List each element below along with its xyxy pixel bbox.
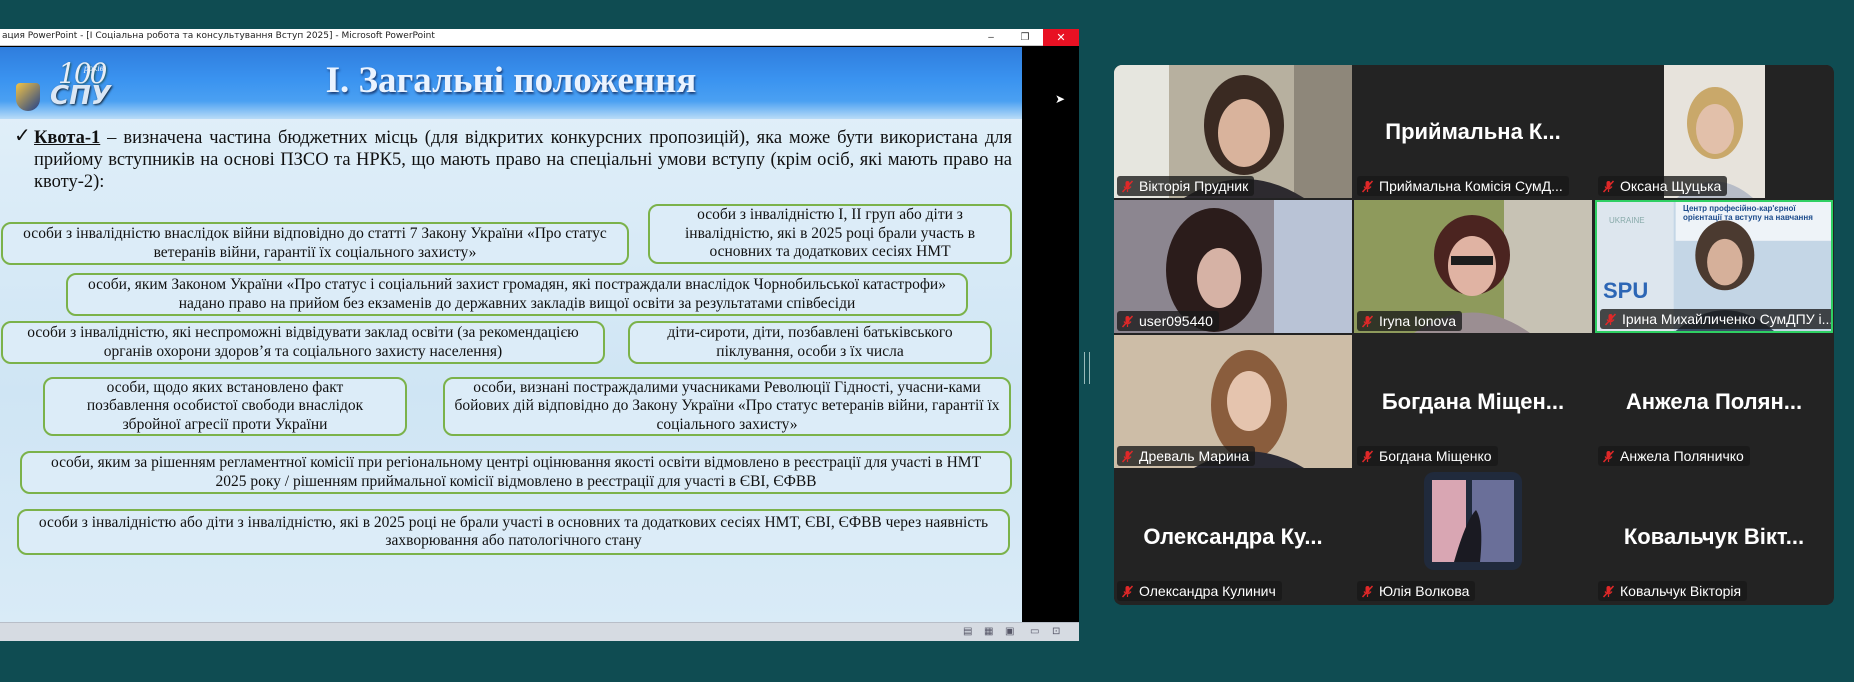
status-bar: ▤ ▦ ▣ ▭ ⊡ [0, 622, 1079, 641]
muted-mic-icon [1361, 584, 1374, 598]
video-gallery: Вікторія Прудник Приймальна К... Приймал… [1114, 65, 1834, 605]
participant-label: Оксана Щуцька [1598, 176, 1728, 196]
muted-mic-icon [1602, 449, 1615, 463]
participant-label: Приймальна Комісія СумД... [1357, 176, 1569, 196]
muted-mic-icon [1361, 314, 1374, 328]
muted-mic-icon [1361, 449, 1374, 463]
zoom-fit-icon[interactable]: ▭ [1030, 626, 1039, 637]
minimize-button[interactable]: – [974, 29, 1008, 46]
participant-tile[interactable]: Юлія Волкова [1354, 470, 1592, 603]
participant-tile-active-speaker[interactable]: UKRAINE SPU Центр професійно-кар'єрної о… [1595, 200, 1833, 333]
quota-term: Квота-1 [34, 128, 101, 148]
window-title: ация PowerPoint - [I Соціальна робота та… [2, 31, 435, 41]
participant-tile[interactable]: Вікторія Прудник [1114, 65, 1352, 198]
participant-name: Древаль Марина [1139, 448, 1250, 464]
participant-tile[interactable]: Анжела Полян... Анжела Поляничко [1595, 335, 1833, 468]
participant-name: user095440 [1139, 313, 1213, 329]
participant-tile[interactable]: Древаль Марина [1114, 335, 1352, 468]
participant-name: Оксана Щуцька [1620, 178, 1722, 194]
muted-mic-icon [1602, 584, 1615, 598]
category-box: особи з інвалідністю внаслідок війни від… [1, 222, 629, 265]
participant-tile[interactable]: Олександра Ку... Олександра Кулинич [1114, 470, 1352, 603]
participant-label: Вікторія Прудник [1117, 176, 1255, 196]
participant-name: Вікторія Прудник [1139, 178, 1249, 194]
participant-tile[interactable]: user095440 [1114, 200, 1352, 333]
intro-text: – визначена частина бюджетних місць (для… [34, 128, 1012, 192]
category-box: особи з інвалідністю або діти з інвалідн… [17, 509, 1010, 555]
participant-tile[interactable]: Ковальчук Вікт... Ковальчук Вікторія [1595, 470, 1833, 603]
banner-brand: SPU [1603, 278, 1649, 303]
participant-name: Богдана Міщенко [1379, 448, 1492, 464]
participant-name: Ковальчук Вікторія [1620, 583, 1742, 599]
view-normal-icon[interactable]: ▤ [963, 626, 972, 637]
checkmark-icon: ✓ [14, 125, 31, 147]
participant-tile[interactable]: Оксана Щуцька [1595, 65, 1833, 198]
participant-name: Олександра Кулинич [1139, 583, 1276, 599]
muted-mic-icon [1121, 314, 1134, 328]
participant-label: Юлія Волкова [1357, 581, 1476, 601]
intro-paragraph: ✓ Квота-1 – визначена частина бюджетних … [14, 125, 1012, 193]
view-sorter-icon[interactable]: ▦ [984, 626, 993, 637]
category-box: особи, визнані постраждалими учасниками … [443, 377, 1011, 436]
category-box: діти-сироти, діти, позбавлені батьківськ… [628, 321, 992, 364]
muted-mic-icon [1121, 449, 1134, 463]
muted-mic-icon [1121, 584, 1134, 598]
category-box: особи, щодо яких встановлено факт позбав… [43, 377, 407, 436]
banner-text: Центр професійно-кар'єрної орієнтації та… [1683, 204, 1813, 222]
participant-tile[interactable]: Приймальна К... Приймальна Комісія СумД.… [1354, 65, 1592, 198]
muted-mic-icon [1604, 312, 1617, 326]
participant-label: Ковальчук Вікторія [1598, 581, 1748, 601]
slideshow-margin [1022, 47, 1079, 622]
powerpoint-window: ация PowerPoint - [I Соціальна робота та… [0, 29, 1079, 641]
close-button[interactable]: ✕ [1043, 29, 1079, 46]
muted-mic-icon [1361, 179, 1374, 193]
mouse-cursor-icon: ➤ [1055, 92, 1066, 106]
participant-label: user095440 [1117, 311, 1219, 331]
participant-name: Юлія Волкова [1379, 583, 1470, 599]
participant-label: Ірина Михайличенко СумДПУ і... [1600, 309, 1833, 329]
muted-mic-icon [1602, 179, 1615, 193]
panel-splitter[interactable] [1084, 352, 1090, 384]
participant-name: Ірина Михайличенко СумДПУ і... [1622, 311, 1833, 327]
view-slideshow-icon[interactable]: ▣ [1005, 626, 1014, 637]
participant-label: Древаль Марина [1117, 446, 1256, 466]
participant-name: Iryna Ionova [1379, 313, 1457, 329]
banner-ukraine: UKRAINE [1609, 216, 1645, 225]
participant-label: Богдана Міщенко [1357, 446, 1498, 466]
fit-window-icon[interactable]: ⊡ [1052, 626, 1060, 637]
maximize-button[interactable]: ❐ [1008, 29, 1042, 46]
slide: 100 років СПУ І. Загальні положення ✓ Кв… [0, 47, 1022, 622]
category-box: особи з інвалідністю І, ІІ груп або діти… [648, 204, 1012, 264]
muted-mic-icon [1121, 179, 1134, 193]
participant-name: Анжела Поляничко [1620, 448, 1744, 464]
category-box: особи, яким за рішенням регламентної ком… [20, 451, 1012, 494]
category-box: особи з інвалідністю, які неспроможні ві… [1, 321, 605, 364]
participant-tile[interactable]: Iryna Ionova [1354, 200, 1592, 333]
participant-tile[interactable]: Богдана Міщен... Богдана Міщенко [1354, 335, 1592, 468]
participant-name: Приймальна Комісія СумД... [1379, 178, 1563, 194]
category-box: особи, яким Законом України «Про статус … [66, 273, 968, 316]
participant-label: Анжела Поляничко [1598, 446, 1750, 466]
participant-label: Олександра Кулинич [1117, 581, 1282, 601]
participant-label: Iryna Ionova [1357, 311, 1463, 331]
window-titlebar[interactable]: ация PowerPoint - [I Соціальна робота та… [0, 29, 1079, 46]
slide-title: І. Загальні положення [325, 60, 697, 101]
